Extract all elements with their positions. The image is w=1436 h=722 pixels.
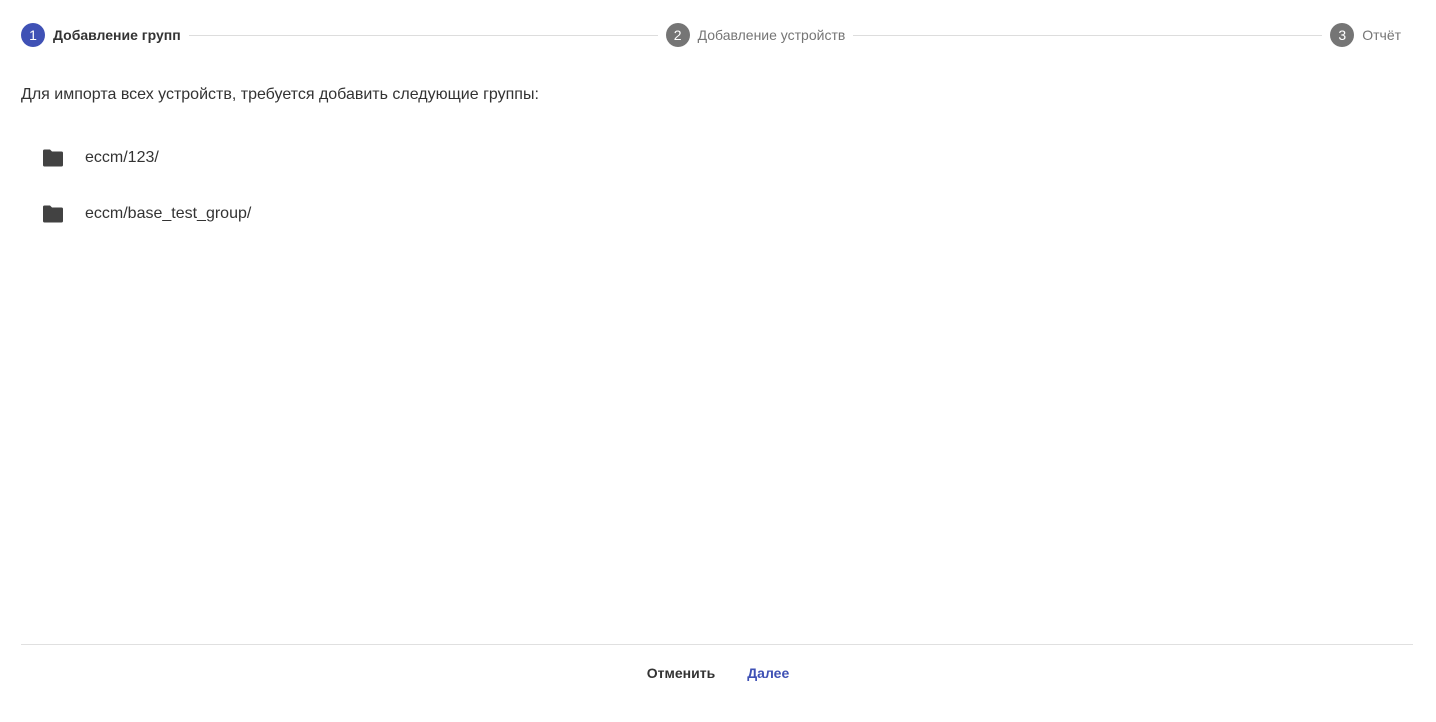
step-label: Отчёт — [1362, 27, 1402, 43]
stepper: 1 Добавление групп 2 Добавление устройст… — [21, 23, 1401, 47]
cancel-button[interactable]: Отменить — [639, 658, 723, 688]
step-number: 1 — [21, 23, 45, 47]
step-label: Добавление групп — [53, 27, 181, 43]
list-item: eccm/123/ — [42, 130, 251, 186]
step-connector — [188, 34, 658, 36]
group-label: eccm/123/ — [85, 149, 159, 166]
step-add-devices[interactable]: 2 Добавление устройств — [665, 23, 846, 47]
import-wizard: 1 Добавление групп 2 Добавление устройст… — [0, 0, 1436, 722]
step-connector — [853, 34, 1323, 36]
step-add-groups[interactable]: 1 Добавление групп — [21, 23, 181, 47]
step-label: Добавление устройств — [697, 27, 846, 43]
step-number: 3 — [1330, 23, 1355, 47]
folder-icon — [42, 205, 64, 223]
step-report[interactable]: 3 Отчёт — [1330, 23, 1401, 47]
footer-divider — [21, 644, 1413, 645]
group-label: eccm/base_test_group/ — [85, 205, 252, 222]
step-number: 2 — [665, 23, 690, 47]
folder-icon — [42, 149, 64, 167]
group-list: eccm/123/ eccm/base_test_group/ — [42, 130, 251, 242]
next-button[interactable]: Далее — [739, 658, 797, 688]
list-item: eccm/base_test_group/ — [42, 186, 251, 242]
footer-actions: Отменить Далее — [0, 658, 1436, 688]
intro-text: Для импорта всех устройств, требуется до… — [21, 86, 539, 103]
